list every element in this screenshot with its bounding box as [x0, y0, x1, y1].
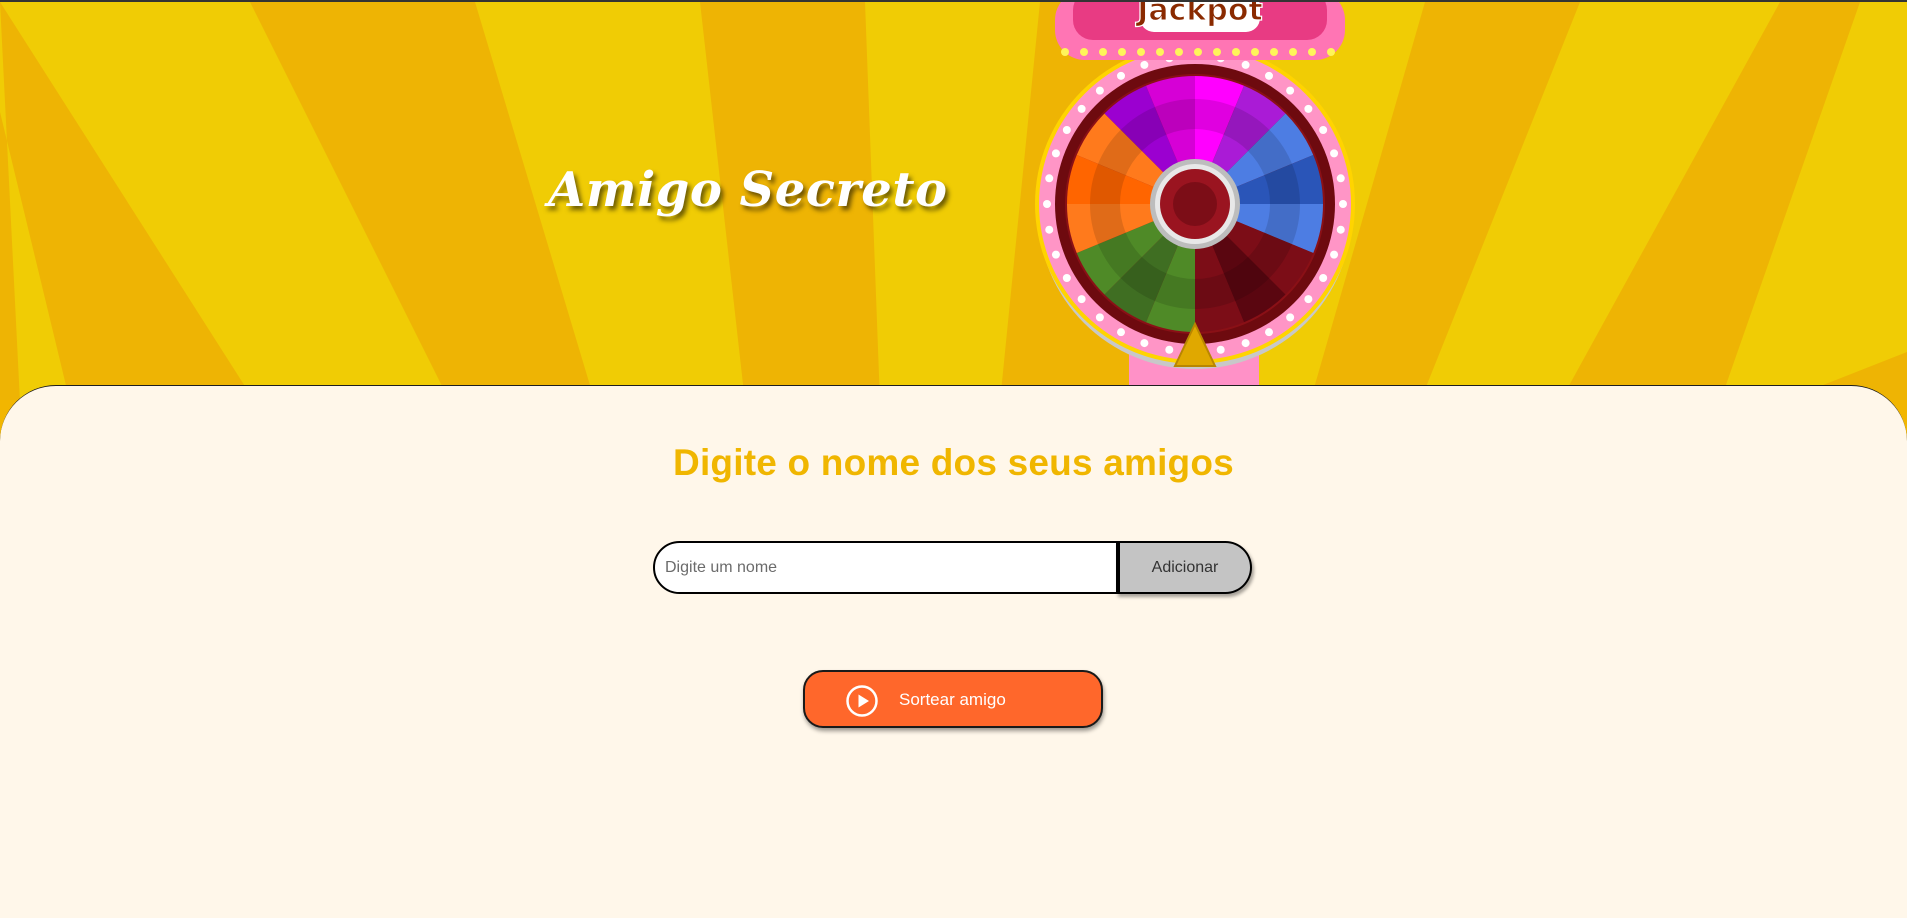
frame-light [1336, 225, 1345, 234]
frame-light [1265, 328, 1273, 337]
sign-light [1194, 48, 1202, 56]
sign-light [1080, 48, 1088, 56]
sign-light [1099, 48, 1107, 56]
frame-light [1304, 295, 1313, 304]
frame-light [1051, 149, 1060, 158]
frame-light [1062, 274, 1071, 282]
frame-light [1062, 126, 1071, 134]
frame-light [1241, 60, 1250, 69]
jackpot-sign-text: Jackpot [1135, 0, 1263, 28]
sign-light [1270, 48, 1278, 56]
section-heading: Digite o nome dos seus amigos [673, 442, 1234, 483]
draw-friend-label: Sortear amigo [899, 690, 1006, 709]
add-friend-form: Adicionar [653, 541, 1252, 594]
sign-light [1213, 48, 1221, 56]
frame-light [1095, 313, 1104, 322]
sign-light [1137, 48, 1145, 56]
frame-light [1117, 71, 1125, 80]
frame-light [1095, 86, 1104, 95]
friend-name-input[interactable] [653, 541, 1118, 594]
frame-light [1140, 60, 1149, 69]
jackpot-wheel-illustration: Jackpot [1035, 0, 1355, 394]
frame-light [1140, 339, 1149, 348]
frame-light [1165, 345, 1174, 354]
page-title: Amigo Secreto [548, 162, 948, 218]
frame-light [1045, 225, 1054, 234]
sign-light [1251, 48, 1259, 56]
frame-light [1339, 200, 1347, 208]
frame-light [1117, 328, 1125, 337]
frame-light [1043, 200, 1051, 208]
frame-light [1330, 250, 1339, 259]
sign-light [1118, 48, 1126, 56]
frame-light [1077, 295, 1086, 304]
frame-light [1319, 274, 1328, 282]
frame-light [1286, 86, 1295, 95]
main-panel: Digite o nome dos seus amigos Adicionar … [0, 385, 1907, 918]
sign-light [1061, 48, 1069, 56]
frame-light [1330, 149, 1339, 158]
play-circle-icon [846, 685, 878, 717]
sign-light [1175, 48, 1183, 56]
frame-light [1045, 174, 1054, 183]
frame-light [1077, 104, 1086, 113]
add-friend-button[interactable]: Adicionar [1116, 541, 1252, 594]
draw-friend-button[interactable]: Sortear amigo [803, 670, 1103, 728]
sign-light [1327, 48, 1335, 56]
page-header: Amigo Secreto Jackpot [0, 0, 1907, 400]
frame-light [1286, 313, 1295, 322]
frame-light [1216, 345, 1225, 354]
page: Amigo Secreto Jackpot Digite o nome dos … [0, 0, 1907, 918]
frame-light [1304, 104, 1313, 113]
frame-light [1241, 339, 1250, 348]
frame-light [1319, 126, 1328, 134]
frame-light [1265, 71, 1273, 80]
frame-light [1336, 174, 1345, 183]
sunburst-background [0, 2, 1907, 400]
sign-light [1308, 48, 1316, 56]
sign-light [1289, 48, 1297, 56]
sign-light [1232, 48, 1240, 56]
sign-light [1156, 48, 1164, 56]
frame-light [1051, 250, 1060, 259]
